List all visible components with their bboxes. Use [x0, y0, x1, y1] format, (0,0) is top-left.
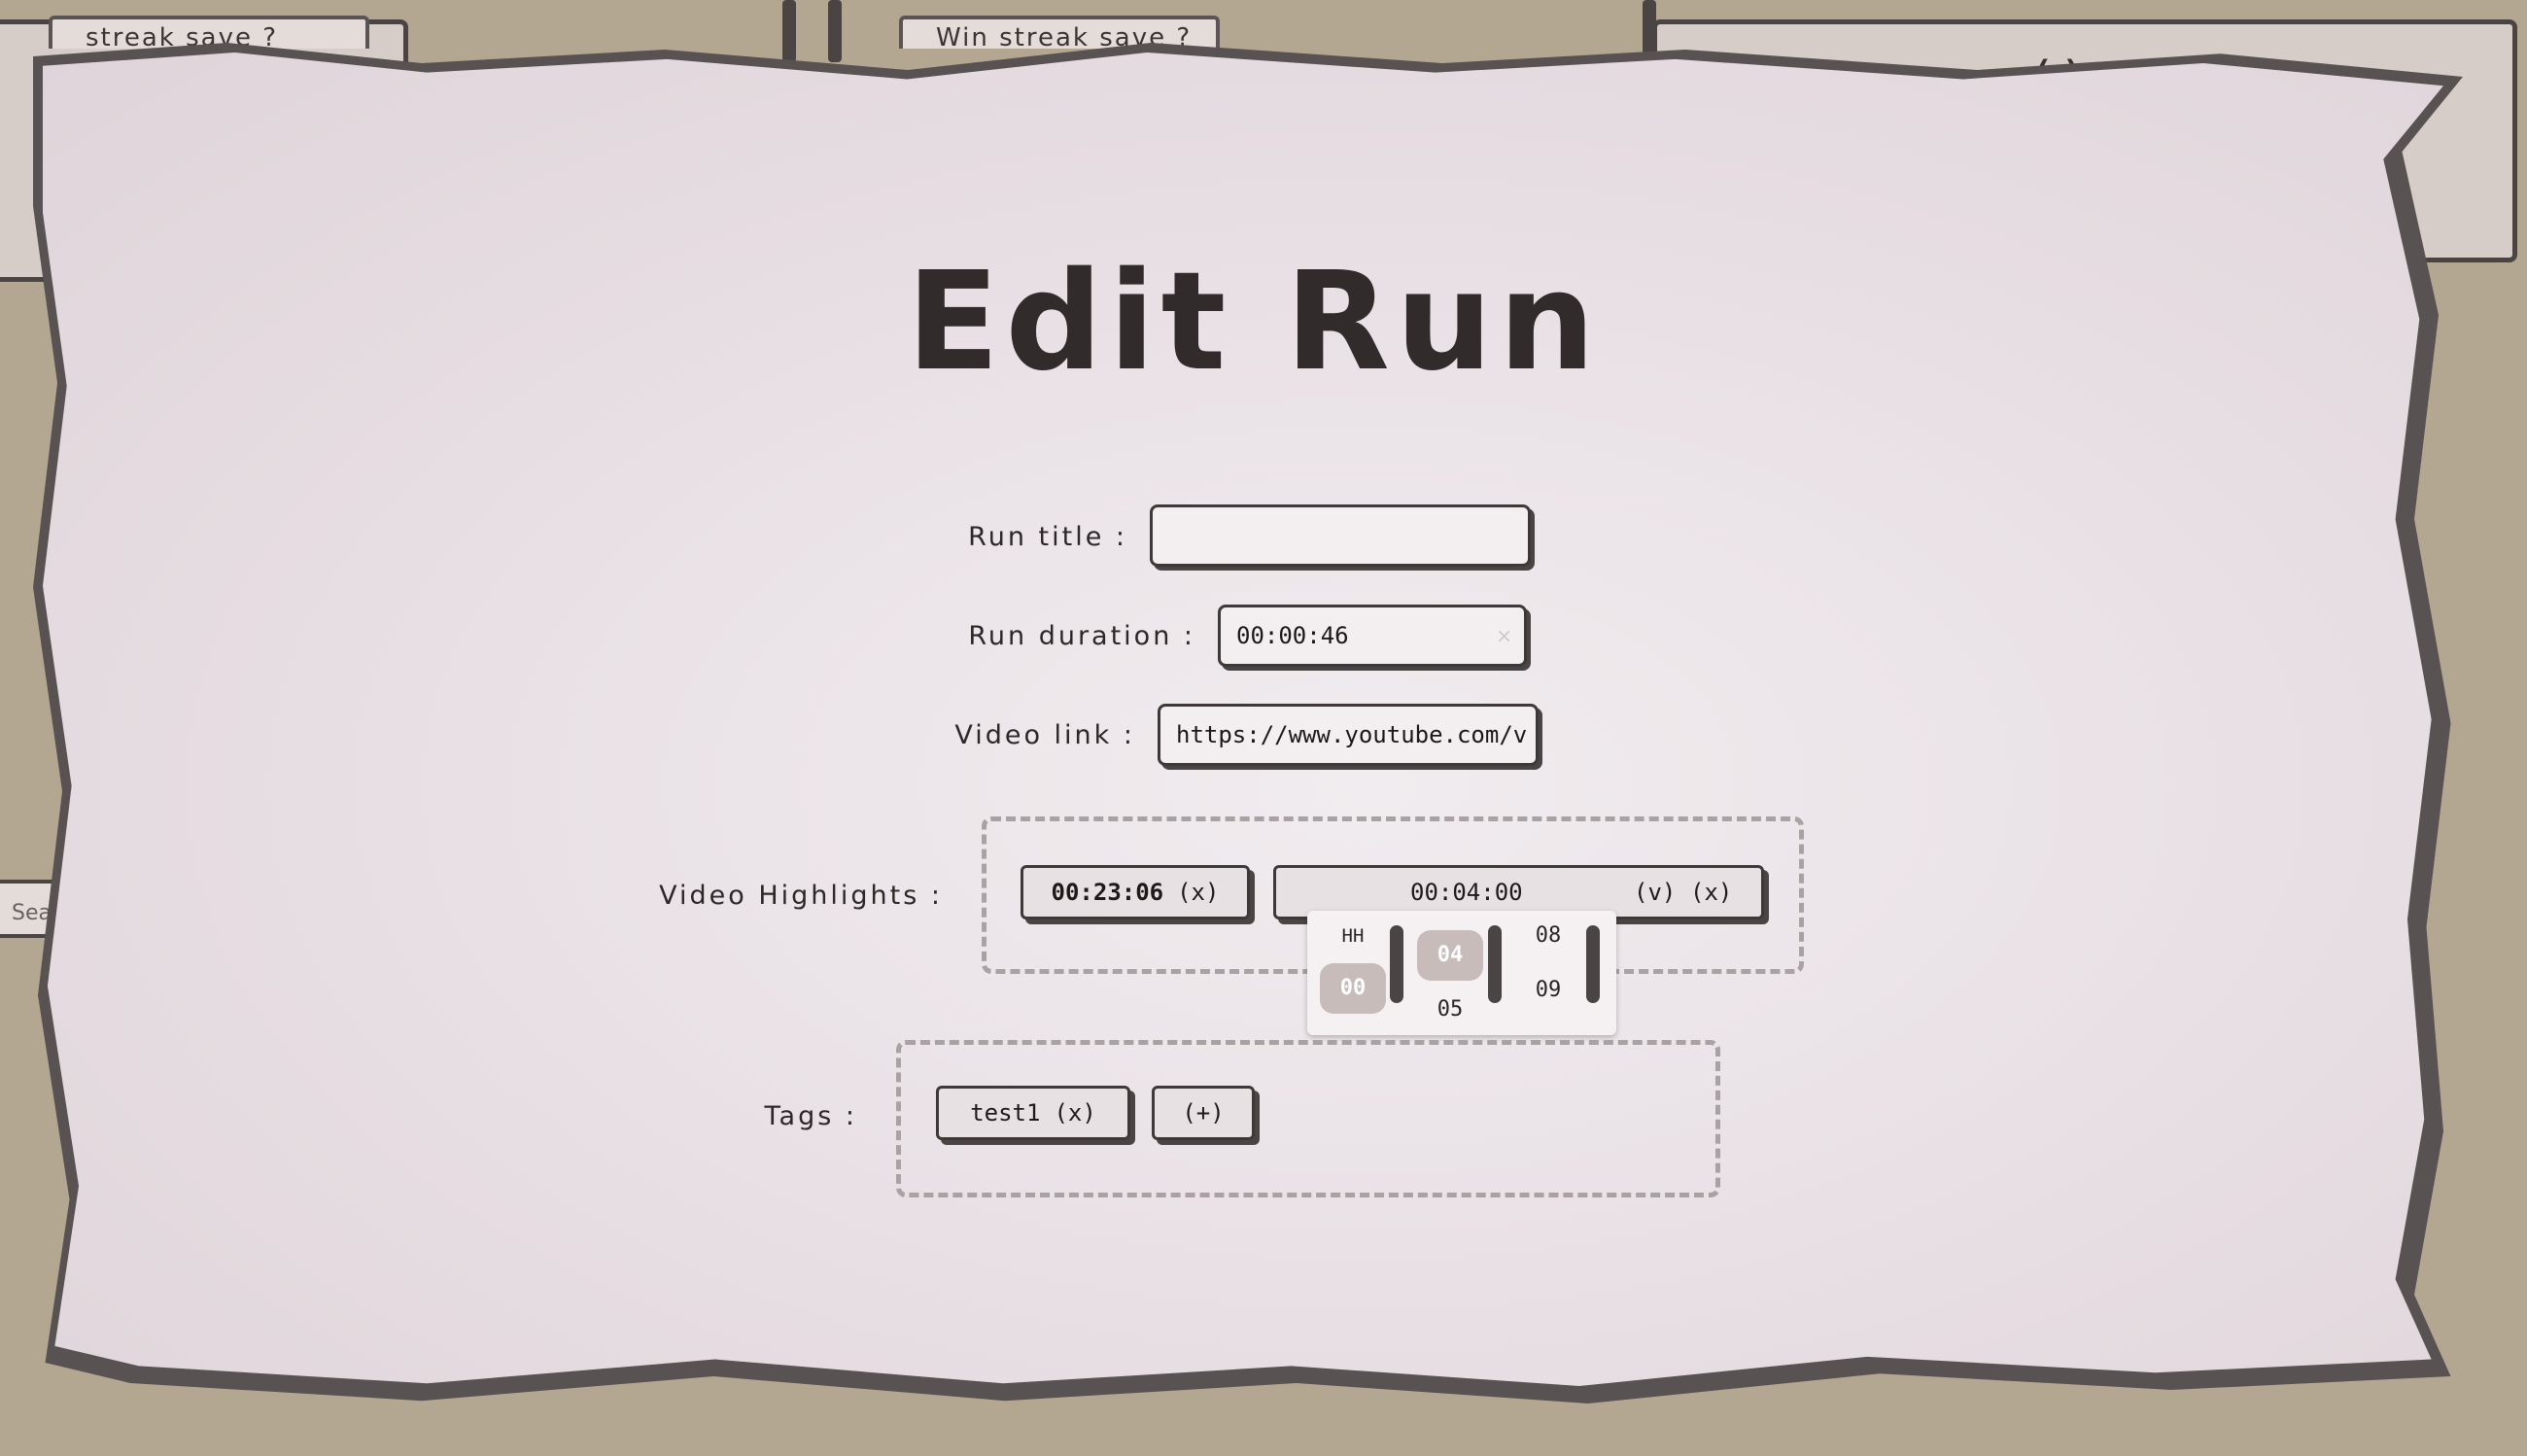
run-duration-input[interactable]: 00:00:46 ×	[1218, 605, 1527, 667]
minute-option-selected[interactable]: 04	[1417, 930, 1483, 981]
tags-label: Tags :	[764, 1101, 857, 1131]
remove-highlight-button[interactable]: (x)	[1177, 879, 1219, 906]
run-title-label: Run title :	[968, 522, 1127, 552]
hour-scrollbar[interactable]	[1390, 925, 1403, 1003]
run-title-input[interactable]	[1150, 504, 1531, 567]
highlight-time: 00:23:06	[1051, 879, 1164, 906]
background-tab-streak-save[interactable]: streak save ?	[49, 16, 369, 52]
second-option[interactable]: 08	[1515, 911, 1581, 961]
time-picker-dropdown: HH 00 04 05 08 09	[1307, 911, 1616, 1035]
video-link-input[interactable]: https://www.youtube.com/v	[1158, 704, 1539, 766]
add-tag-button[interactable]: (+)	[1152, 1086, 1255, 1140]
highlight-chip[interactable]: 00:23:06 (x)	[1021, 865, 1250, 919]
second-option[interactable]: 09	[1515, 965, 1581, 1016]
video-link-label: Video link :	[954, 720, 1135, 750]
minute-scrollbar[interactable]	[1488, 925, 1502, 1003]
tag-name: test1	[970, 1099, 1041, 1127]
page-title: Edit Run	[906, 243, 1602, 401]
run-duration-value: 00:00:46	[1236, 622, 1349, 649]
background-tab-win-streak-save[interactable]: Win streak save ?	[899, 16, 1220, 52]
hour-column-header: HH	[1341, 925, 1365, 947]
remove-highlight-button[interactable]: (x)	[1690, 868, 1732, 917]
tag-chip[interactable]: test1 (x)	[936, 1086, 1130, 1140]
confirm-highlight-button[interactable]: (v)	[1634, 868, 1676, 917]
background-divider	[828, 0, 842, 62]
background-divider	[782, 0, 796, 62]
hour-option-selected[interactable]: 00	[1320, 963, 1386, 1014]
second-scrollbar[interactable]	[1586, 925, 1600, 1003]
clear-icon[interactable]: ×	[1496, 607, 1512, 664]
video-highlights-label: Video Highlights :	[659, 881, 943, 911]
highlight-time-value: 00:04:00	[1410, 879, 1523, 906]
run-duration-label: Run duration :	[968, 621, 1195, 651]
remove-tag-button[interactable]: (x)	[1054, 1099, 1095, 1127]
minute-option[interactable]: 05	[1417, 985, 1483, 1035]
